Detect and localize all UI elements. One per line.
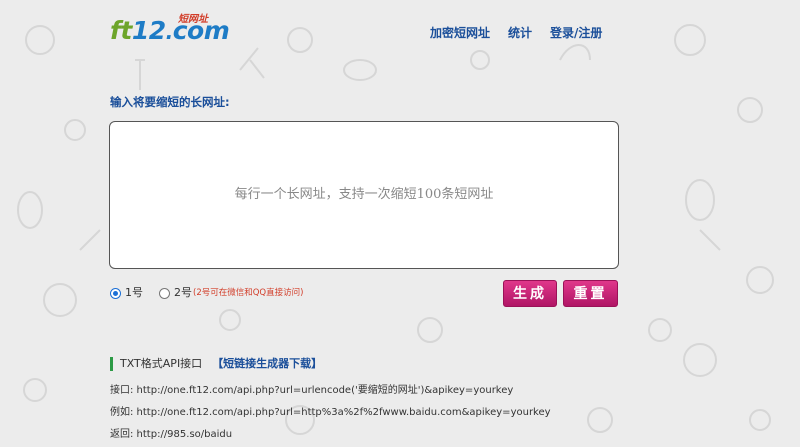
- site-logo[interactable]: ft12.com 短网址: [110, 12, 230, 48]
- api-accent-bar: [110, 357, 113, 371]
- nav-login-register[interactable]: 登录/注册: [550, 25, 602, 41]
- top-nav: 加密短网址 统计 登录/注册: [430, 25, 602, 41]
- page: ft12.com 短网址 加密短网址 统计 登录/注册 输入将要缩短的长网址: …: [0, 0, 800, 447]
- radio-server-1[interactable]: [110, 287, 121, 299]
- download-generator-link[interactable]: 【短链接生成器下载】: [212, 357, 322, 371]
- radio-server-2[interactable]: [159, 287, 170, 299]
- api-title: TXT格式API接口: [120, 357, 203, 370]
- logo-12: 12: [131, 16, 166, 45]
- nav-statistics[interactable]: 统计: [508, 25, 532, 41]
- server-radio-group: 1号 2号 (2号可在微信和QQ直接访问): [110, 286, 303, 300]
- long-url-textarea[interactable]: 每行一个长网址，支持一次缩短100条短网址: [109, 121, 619, 269]
- radio-server-2-label[interactable]: 2号: [174, 286, 192, 300]
- logo-dot: .: [165, 20, 174, 44]
- api-section-header: TXT格式API接口 【短链接生成器下载】: [110, 357, 322, 371]
- radio-server-1-label[interactable]: 1号: [125, 286, 143, 300]
- radio-server-2-hint: (2号可在微信和QQ直接访问): [193, 288, 304, 298]
- long-url-placeholder: 每行一个长网址，支持一次缩短100条短网址: [234, 186, 494, 202]
- logo-subtitle: 短网址: [178, 14, 208, 25]
- nav-encrypted-short-url[interactable]: 加密短网址: [430, 25, 490, 41]
- reset-button[interactable]: 重置: [563, 280, 618, 307]
- api-endpoint-line: 接口: http://one.ft12.com/api.php?url=urle…: [110, 385, 514, 396]
- api-example-line: 例如: http://one.ft12.com/api.php?url=http…: [110, 407, 551, 418]
- api-return-line: 返回: http://985.so/baidu: [110, 429, 233, 440]
- generate-button[interactable]: 生成: [503, 280, 557, 307]
- logo-text: ft12.com: [110, 16, 230, 47]
- logo-ft: ft: [110, 16, 132, 45]
- long-url-label: 输入将要缩短的长网址:: [110, 95, 230, 109]
